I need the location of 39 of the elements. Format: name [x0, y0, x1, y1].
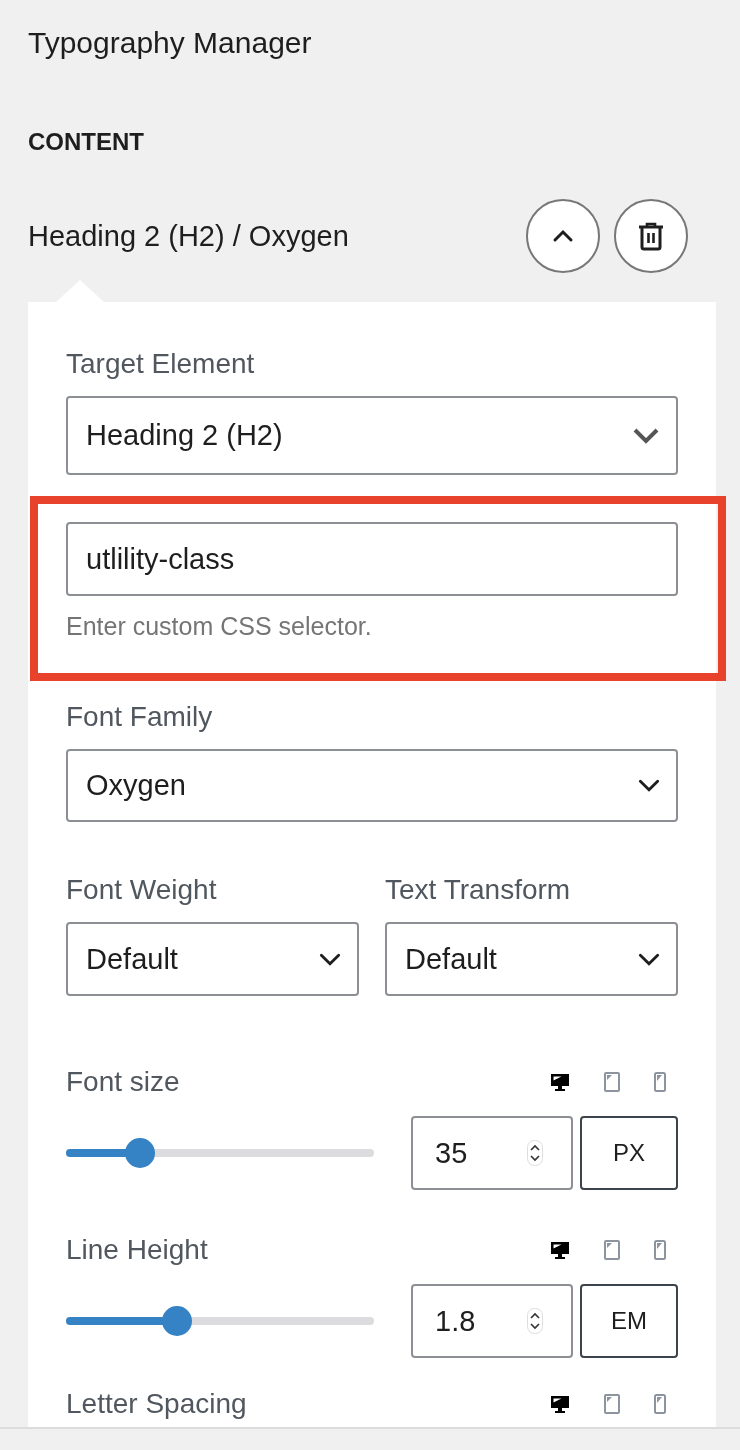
field-label: Font Weight	[66, 873, 218, 907]
item-label: Heading 2 (H2) / Oxygen	[28, 219, 350, 253]
unit-button[interactable]: PX	[580, 1116, 678, 1190]
number-input[interactable]: 35	[411, 1116, 573, 1190]
css-selector-field[interactable]: utlility-class	[66, 522, 678, 596]
chevron-down-icon	[319, 952, 341, 966]
slider-thumb[interactable]	[124, 1138, 155, 1168]
chevron-down-icon	[632, 426, 660, 445]
unit-button[interactable]: EM	[580, 1284, 678, 1358]
font-weight-select[interactable]: Default	[66, 922, 359, 996]
font-family-select[interactable]: Oxygen	[66, 749, 678, 822]
text-transform-select[interactable]: Default	[385, 922, 678, 996]
target-element-select[interactable]: Heading 2 (H2)	[66, 396, 678, 475]
chevron-down-icon	[638, 952, 660, 966]
mobile-icon[interactable]	[654, 1072, 666, 1092]
mobile-icon[interactable]	[654, 1240, 666, 1260]
field-label: Text Transform	[385, 873, 572, 907]
desktop-icon[interactable]	[550, 1394, 570, 1414]
slider-thumb[interactable]	[161, 1306, 192, 1336]
field-label: Target Element	[66, 347, 256, 381]
field-label: Font Family	[66, 700, 214, 734]
number-input[interactable]: 1.8	[411, 1284, 573, 1358]
help-text: Enter custom CSS selector.	[66, 611, 373, 642]
trash-icon	[638, 221, 664, 251]
chevron-down-icon	[638, 779, 660, 792]
chevron-up-icon	[552, 229, 574, 243]
panel-title: Typography Manager	[28, 25, 313, 61]
tablet-icon[interactable]	[604, 1394, 620, 1414]
spinner-icon	[527, 1308, 543, 1334]
tablet-icon[interactable]	[604, 1240, 620, 1260]
desktop-icon[interactable]	[550, 1072, 570, 1092]
desktop-icon[interactable]	[550, 1240, 570, 1260]
field-label: Font size	[66, 1065, 180, 1099]
tablet-icon[interactable]	[604, 1072, 620, 1092]
field-label: Line Height	[66, 1233, 208, 1267]
spinner-icon	[527, 1140, 543, 1166]
field-label: Letter Spacing	[66, 1387, 247, 1421]
mobile-icon[interactable]	[654, 1394, 666, 1414]
section-heading: CONTENT	[28, 127, 145, 157]
